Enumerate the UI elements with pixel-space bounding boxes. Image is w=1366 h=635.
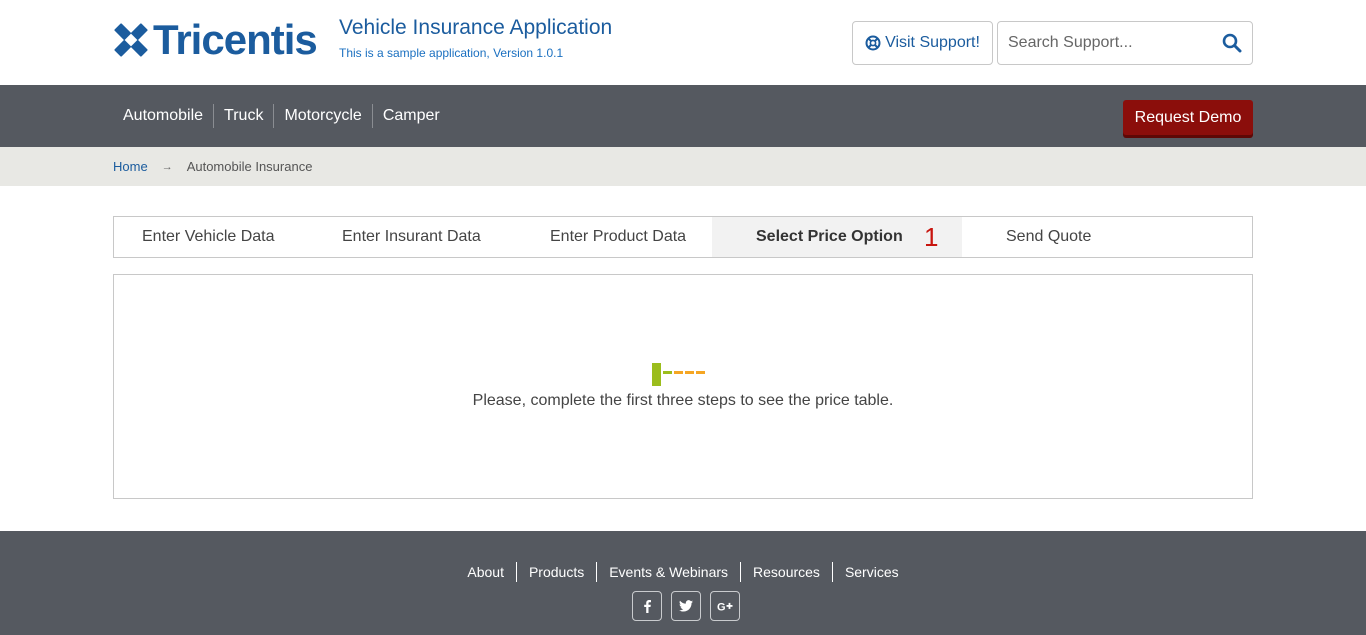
main-nav: Automobile Truck Motorcycle Camper Reque… — [0, 85, 1366, 147]
footer-link-about[interactable]: About — [455, 562, 516, 582]
step-enter-insurant-data[interactable]: Enter Insurant Data — [342, 217, 481, 257]
step-enter-product-data[interactable]: Enter Product Data — [550, 217, 686, 257]
step-select-price-option-label: Select Price Option — [756, 228, 903, 245]
nav-item-camper[interactable]: Camper — [371, 104, 450, 128]
step-count-badge: 1 — [924, 222, 939, 252]
app-subtitle: This is a sample application, Version 1.… — [339, 46, 564, 60]
price-option-panel: Please, complete the first three steps t… — [113, 274, 1253, 499]
logo-wordmark: Tricentis — [153, 16, 318, 63]
step-select-price-option[interactable]: Select Price Option 1 — [712, 217, 962, 257]
breadcrumb-home-link[interactable]: Home — [113, 159, 148, 174]
footer-link-products[interactable]: Products — [515, 562, 596, 582]
page-footer: About Products Events & Webinars Resourc… — [0, 531, 1366, 635]
lifebuoy-icon — [865, 35, 881, 51]
breadcrumb: Home → Automobile Insurance — [0, 147, 1366, 186]
svg-text:G: G — [717, 602, 726, 613]
loading-indicator-icon — [652, 363, 705, 386]
tricentis-x-icon — [114, 23, 148, 57]
breadcrumb-arrow-icon: → — [161, 160, 173, 173]
facebook-icon[interactable] — [632, 591, 662, 621]
step-send-quote[interactable]: Send Quote — [1006, 217, 1091, 257]
search-support-input[interactable] — [998, 23, 1208, 63]
page-header: Tricentis Vehicle Insurance Application … — [0, 0, 1366, 85]
visit-support-button[interactable]: Visit Support! — [852, 21, 993, 65]
twitter-icon[interactable] — [671, 591, 701, 621]
visit-support-label: Visit Support! — [885, 34, 980, 51]
request-demo-button[interactable]: Request Demo — [1123, 100, 1253, 135]
price-table-message: Please, complete the first three steps t… — [472, 392, 894, 409]
step-enter-vehicle-data[interactable]: Enter Vehicle Data — [142, 217, 275, 257]
nav-item-motorcycle[interactable]: Motorcycle — [273, 104, 371, 128]
search-support-box — [997, 21, 1253, 65]
search-icon[interactable] — [1222, 33, 1242, 53]
nav-item-automobile[interactable]: Automobile — [113, 104, 213, 128]
tricentis-logo[interactable]: Tricentis — [113, 16, 318, 63]
google-plus-icon[interactable]: G — [710, 591, 740, 621]
footer-link-events-webinars[interactable]: Events & Webinars — [596, 562, 740, 582]
social-links: G — [632, 591, 740, 621]
app-title: Vehicle Insurance Application — [339, 16, 613, 39]
footer-link-services[interactable]: Services — [831, 562, 911, 582]
nav-item-truck[interactable]: Truck — [213, 104, 273, 128]
breadcrumb-current: Automobile Insurance — [186, 159, 313, 174]
footer-link-resources[interactable]: Resources — [740, 562, 832, 582]
wizard-steps: Enter Vehicle Data Enter Insurant Data E… — [113, 216, 1253, 258]
